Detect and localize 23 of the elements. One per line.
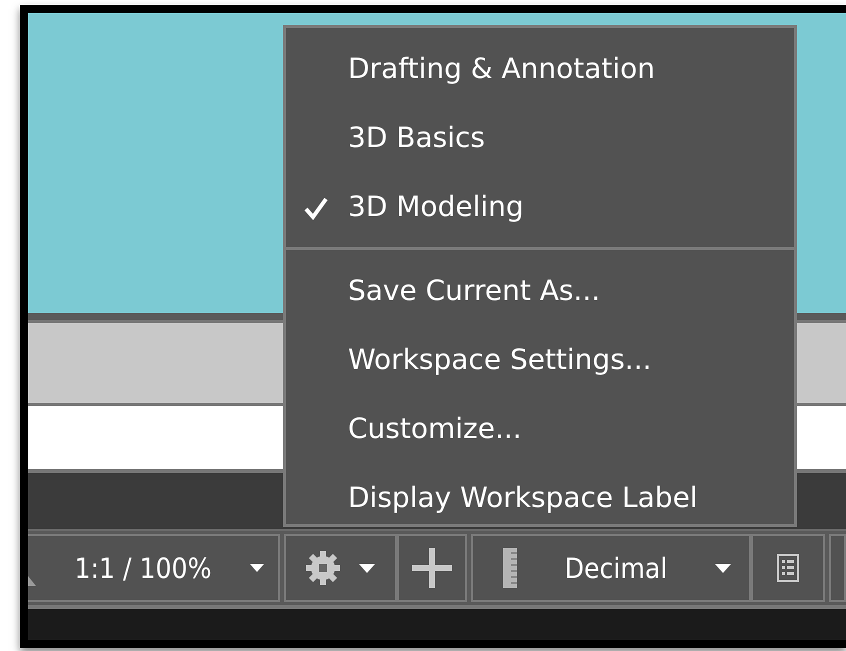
units-dropdown[interactable]: Decimal [471, 534, 751, 602]
caret-icon [715, 564, 731, 572]
menu-item[interactable]: 3D Modeling [286, 172, 794, 241]
menu-item[interactable]: Customize... [286, 394, 794, 463]
scale-dropdown[interactable]: 1:1 / 100% [28, 534, 280, 602]
calculator-button[interactable] [751, 534, 825, 602]
calculator-icon [777, 554, 799, 582]
caret-icon [250, 564, 264, 572]
add-button[interactable] [397, 534, 467, 602]
ruler-icon [503, 548, 517, 588]
workspace-button[interactable] [284, 534, 397, 602]
caret-icon [359, 564, 376, 572]
menu-item[interactable]: Save Current As... [286, 256, 794, 325]
check-icon [304, 196, 328, 220]
menu-item[interactable]: Workspace Settings... [286, 325, 794, 394]
gear-icon [306, 551, 340, 585]
units-label: Decimal [564, 552, 668, 584]
menu-item[interactable]: Drafting & Annotation [286, 34, 794, 103]
menu-item[interactable]: Display Workspace Label [286, 463, 794, 532]
triangle-icon [28, 576, 36, 586]
scale-label: 1:1 / 100% [74, 552, 212, 584]
menu-item[interactable]: 3D Basics [286, 103, 794, 172]
plus-icon [412, 548, 452, 588]
